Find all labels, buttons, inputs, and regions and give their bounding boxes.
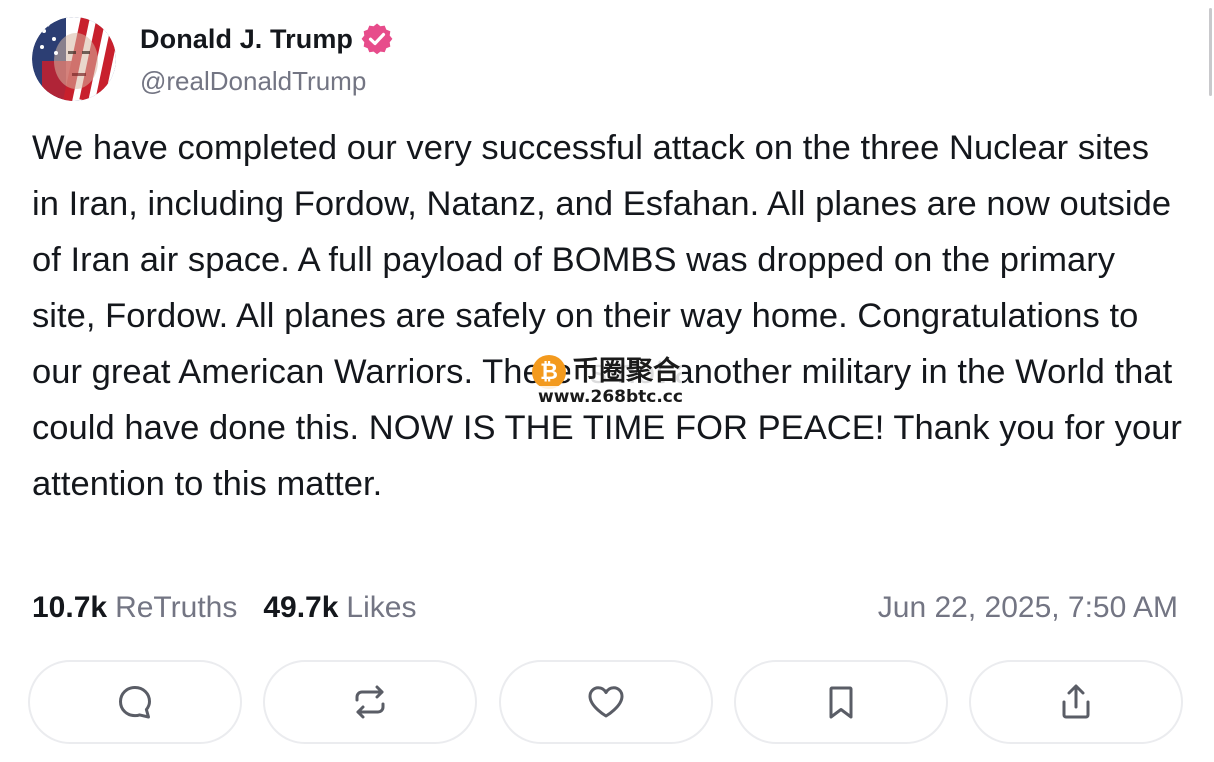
likes-stat[interactable]: 49.7k Likes <box>263 591 416 625</box>
share-upload-icon <box>1056 682 1096 722</box>
bookmark-icon <box>821 682 861 722</box>
bookmark-button[interactable] <box>733 660 948 744</box>
heart-icon <box>585 682 627 722</box>
post-header: Donald J. Trump @realDonaldTrump <box>32 16 393 102</box>
repost-arrows-icon <box>350 682 390 722</box>
author-handle[interactable]: @realDonaldTrump <box>140 61 393 101</box>
post-stats: 10.7k ReTruths 49.7k Likes Jun 22, 2025,… <box>32 586 1178 630</box>
author-block: Donald J. Trump @realDonaldTrump <box>140 17 393 101</box>
author-display-name[interactable]: Donald J. Trump <box>140 24 353 55</box>
likes-label: Likes <box>346 591 417 624</box>
verified-badge-icon <box>361 23 393 55</box>
author-name-row: Donald J. Trump <box>140 17 393 61</box>
reply-button[interactable] <box>28 660 242 744</box>
avatar[interactable] <box>32 17 116 101</box>
likes-count: 49.7k <box>263 591 339 624</box>
truth-post: Donald J. Trump @realDonaldTrump We have… <box>0 0 1214 762</box>
share-button[interactable] <box>969 660 1183 744</box>
scrollbar-thumb[interactable] <box>1209 8 1212 96</box>
post-body-text: We have completed our very successful at… <box>32 129 1182 503</box>
retruths-count: 10.7k <box>32 591 108 624</box>
speech-bubble-icon <box>115 682 155 722</box>
retruth-button[interactable] <box>263 660 478 744</box>
post-timestamp[interactable]: Jun 22, 2025, 7:50 AM <box>878 591 1178 625</box>
retruths-stat[interactable]: 10.7k ReTruths <box>32 591 237 625</box>
action-bar <box>28 660 1183 746</box>
like-button[interactable] <box>498 660 713 744</box>
retruths-label: ReTruths <box>115 591 238 624</box>
